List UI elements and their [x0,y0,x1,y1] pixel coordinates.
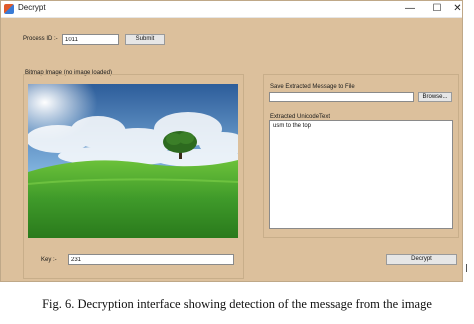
landscape-picture [28,84,238,238]
process-id-input[interactable] [62,34,119,45]
browse-button[interactable]: Browse... [418,92,452,102]
close-icon[interactable]: ✕ [451,1,464,17]
app-icon [4,4,14,14]
bitmap-image [28,84,238,238]
submit-button[interactable]: Submit [125,34,165,45]
page-edge-mark [466,264,471,272]
decrypt-button[interactable]: Decrypt [386,254,457,265]
key-input[interactable] [68,254,234,265]
save-path-input[interactable] [269,92,414,102]
decrypt-window: Decrypt — ☐ ✕ Process ID :- Submit Bitma… [0,0,463,282]
figure-caption: Fig. 6. Decryption interface showing det… [42,297,432,311]
window-title: Decrypt [18,3,46,12]
unicode-text-area[interactable]: usm to the top [269,120,453,229]
title-bar: Decrypt — ☐ ✕ [1,1,462,18]
save-file-label: Save Extracted Message to File [270,84,355,90]
process-id-label: Process ID :- [23,36,58,42]
minimize-icon[interactable]: — [396,1,424,17]
maximize-icon[interactable]: ☐ [423,1,451,17]
key-label: Key :- [41,257,57,263]
